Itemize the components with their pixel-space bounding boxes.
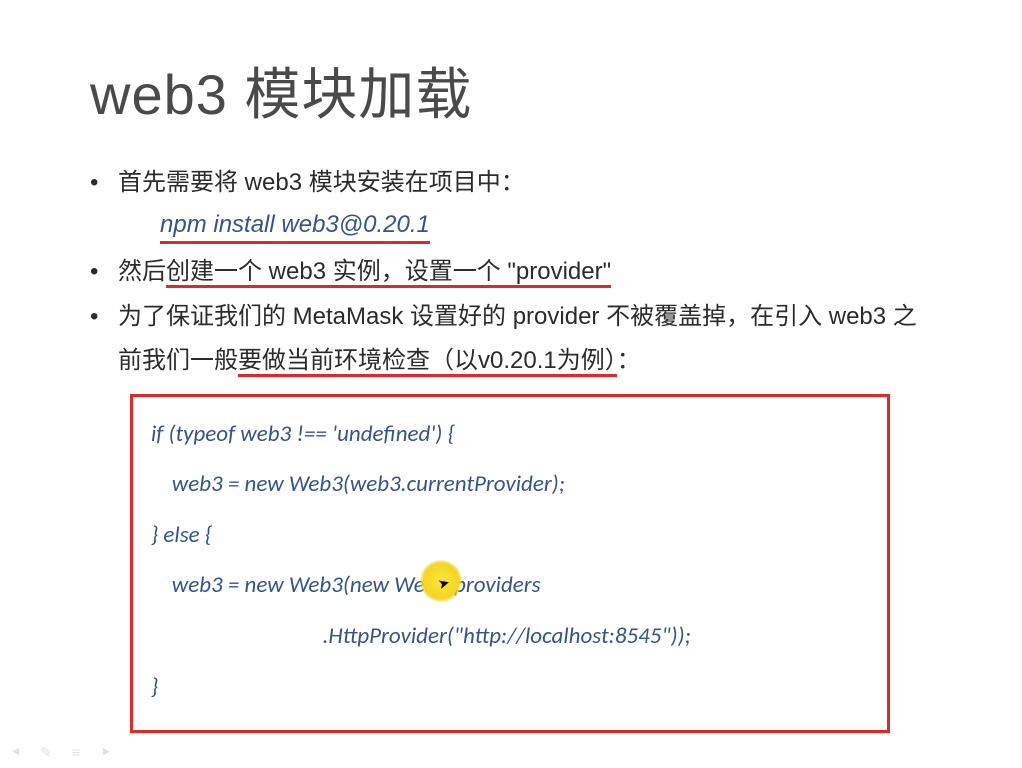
bullet-text-1: 首先需要将 web3 模块安装在项目中：: [118, 169, 525, 196]
slide-title: web3 模块加载: [90, 50, 932, 131]
code-line-6: }: [151, 662, 869, 713]
code-line-1: if (typeof web3 !== 'undefined') {: [151, 409, 869, 460]
bullet-3-suffix: ：: [617, 347, 641, 374]
code-line-3: } else {: [151, 510, 869, 561]
code-line-5: .HttpProvider("http://localhost:8545"));: [151, 611, 869, 662]
bullet-2-prefix: 然后: [118, 258, 166, 285]
bullet-list: 首先需要将 web3 模块安装在项目中：: [90, 161, 932, 205]
prev-slide-button[interactable]: ⯇: [8, 744, 24, 760]
bullet-item-3: 为了保证我们的 MetaMask 设置好的 provider 不被覆盖掉，在引入…: [90, 295, 932, 384]
pen-tool-button[interactable]: ✎: [38, 744, 54, 760]
code-line-4: web3 = new Web3(new Web3.providers: [151, 560, 869, 611]
slide-nav-controls: ⯇ ✎ ≡ ⯈: [8, 744, 114, 760]
bullet-item-1: 首先需要将 web3 模块安装在项目中：: [90, 161, 932, 205]
install-command: npm install web3@0.20.1: [160, 211, 430, 244]
bullet-2-underlined: 创建一个 web3 实例，设置一个 "provider": [166, 258, 611, 288]
bullet-3-underlined: 要做当前环境检查（以v0.20.1为例）: [238, 347, 617, 377]
bullet-list-2: 然后创建一个 web3 实例，设置一个 "provider" 为了保证我们的 M…: [90, 250, 932, 383]
install-command-wrapper: npm install web3@0.20.1: [90, 205, 932, 250]
menu-button[interactable]: ≡: [68, 744, 84, 760]
next-slide-button[interactable]: ⯈: [98, 744, 114, 760]
bullet-item-2: 然后创建一个 web3 实例，设置一个 "provider": [90, 250, 932, 294]
code-block: if (typeof web3 !== 'undefined') { web3 …: [130, 394, 890, 734]
code-line-2: web3 = new Web3(web3.currentProvider);: [151, 459, 869, 510]
